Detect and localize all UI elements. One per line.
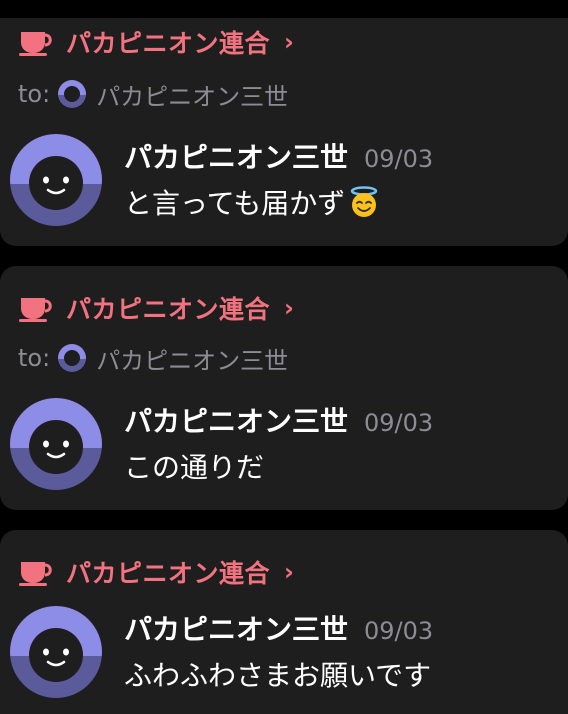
message-text: と言っても届かず — [124, 182, 433, 222]
mini-avatar — [58, 80, 87, 108]
chevron-right-icon: › — [284, 294, 294, 322]
message-content: と言っても届かず — [124, 187, 346, 220]
teacup-icon — [19, 298, 52, 322]
message-content: この通りだ — [124, 451, 265, 484]
user-avatar[interactable] — [10, 398, 102, 490]
message-body: パカピニオン三世 09/03 この通りだ — [124, 400, 433, 486]
reply-to-name: パカピニオン三世 — [96, 82, 289, 111]
teacup-icon — [19, 32, 52, 56]
timestamp: 09/03 — [364, 145, 434, 173]
timestamp: 09/03 — [364, 409, 434, 437]
message-text: この通りだ — [124, 446, 433, 486]
message-header: パカピニオン三世 09/03 — [124, 400, 433, 440]
message-row: パカピニオン三世 09/03 と言っても届かず — [10, 134, 433, 226]
message-header: パカピニオン三世 09/03 — [124, 608, 433, 648]
user-avatar[interactable] — [10, 606, 102, 698]
server-name: パカピニオン連合 — [66, 29, 271, 58]
reply-to-row: to: パカピニオン三世 — [18, 76, 288, 112]
message-header: パカピニオン三世 09/03 — [124, 136, 433, 176]
message-content: ふわふわさまお願いです — [124, 659, 432, 692]
chevron-right-icon: › — [284, 28, 294, 56]
message-body: パカピニオン三世 09/03 ふわふわさまお願いです — [124, 608, 433, 694]
user-avatar[interactable] — [10, 134, 102, 226]
notification-card[interactable]: パカピニオン連合 › to: パカピニオン三世 — [0, 266, 568, 510]
message-body: パカピニオン三世 09/03 と言っても届かず — [124, 136, 433, 222]
author-name[interactable]: パカピニオン三世 — [124, 400, 348, 440]
to-label: to: — [18, 344, 51, 372]
server-link[interactable]: パカピニオン連合 › — [18, 552, 294, 592]
reply-to-row: to: パカピニオン三世 — [18, 340, 288, 376]
server-link[interactable]: パカピニオン連合 › — [18, 22, 294, 62]
reply-to-name: パカピニオン三世 — [96, 346, 289, 375]
author-name[interactable]: パカピニオン三世 — [124, 608, 348, 648]
to-label: to: — [18, 80, 51, 108]
smiling-face-with-halo-emoji — [350, 186, 378, 217]
author-name[interactable]: パカピニオン三世 — [124, 136, 348, 176]
notification-card[interactable]: パカピニオン連合 › to: パカピニオン三世 — [0, 18, 568, 246]
teacup-icon — [19, 562, 52, 586]
server-name: パカピニオン連合 — [66, 295, 271, 324]
server-name: パカピニオン連合 — [66, 559, 271, 588]
server-link[interactable]: パカピニオン連合 › — [18, 288, 294, 328]
mini-avatar — [58, 344, 87, 372]
message-row: パカピニオン三世 09/03 ふわふわさまお願いです — [10, 606, 433, 698]
timestamp: 09/03 — [364, 617, 434, 645]
message-row: パカピニオン三世 09/03 この通りだ — [10, 398, 433, 490]
chevron-right-icon: › — [284, 558, 294, 586]
notification-feed: パカピニオン連合 › to: パカピニオン三世 パカピニオン三世 09/03 と… — [0, 0, 568, 714]
message-text: ふわふわさまお願いです — [124, 654, 433, 694]
notification-card[interactable]: パカピニオン連合 › パカピニオン三世 09/03 ふわふわさまお願いです — [0, 530, 568, 714]
